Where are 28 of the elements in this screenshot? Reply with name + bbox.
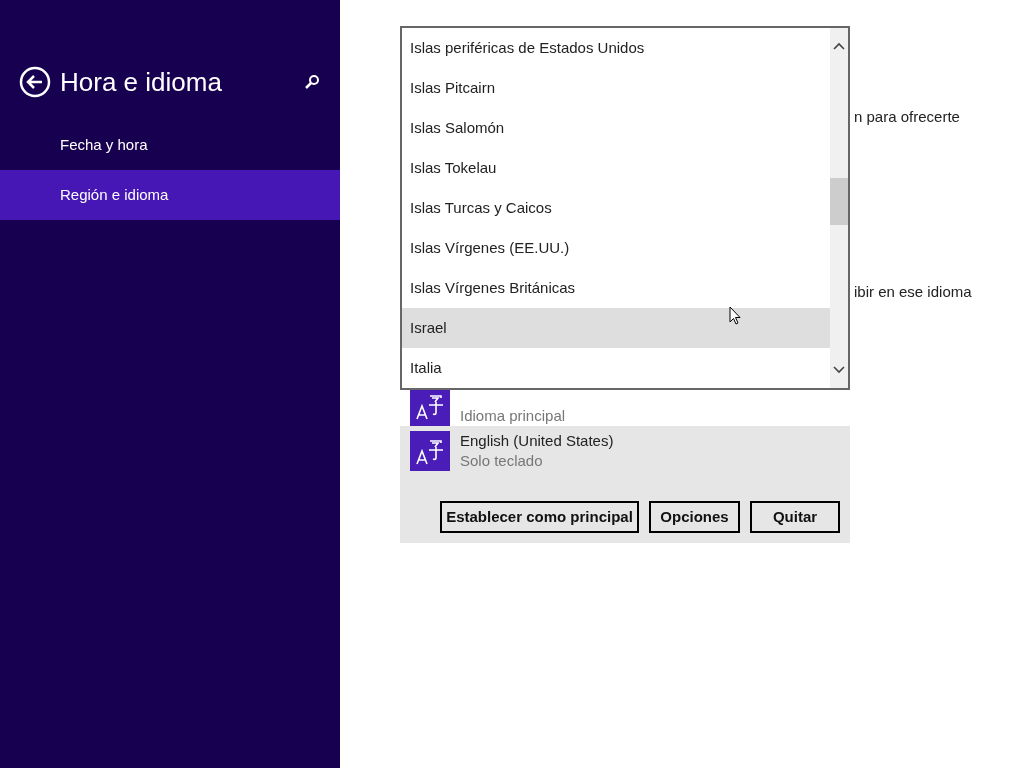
scrollbar-thumb[interactable] [830, 178, 848, 225]
scroll-up-icon[interactable] [833, 42, 845, 50]
country-option[interactable]: Islas Tokelau [402, 148, 830, 188]
description-text: n para ofrecerte [854, 107, 961, 126]
language-action-button[interactable]: Establecer como principal [440, 501, 639, 533]
country-option[interactable]: Islas Turcas y Caicos [402, 188, 830, 228]
language-name: English (United States) [460, 431, 614, 451]
back-icon[interactable] [19, 66, 51, 98]
country-option[interactable]: Islas Vírgenes Británicas [402, 268, 830, 308]
description-text: ibir en ese idioma [854, 282, 973, 301]
country-option[interactable]: Islas Salomón [402, 108, 830, 148]
scroll-down-icon[interactable] [833, 366, 845, 374]
language-status: Idioma principal [460, 406, 566, 426]
language-action-button[interactable]: Opciones [649, 501, 740, 533]
page-title: Hora e idioma [60, 65, 222, 99]
country-option[interactable]: Islas Pitcairn [402, 68, 830, 108]
language-status: Solo teclado [460, 451, 544, 471]
scrollbar[interactable] [830, 28, 848, 388]
nav-item[interactable]: Fecha y hora [0, 120, 340, 170]
country-option[interactable]: Israel [402, 308, 830, 348]
search-icon[interactable] [304, 74, 320, 90]
language-item[interactable]: English (United States) Solo teclado Establecer como principal Opciones Quitar [400, 426, 850, 543]
country-option[interactable]: Islas Vírgenes (EE.UU.) [402, 228, 830, 268]
language-action-button[interactable]: Quitar [750, 501, 840, 533]
language-icon [410, 431, 450, 471]
mouse-cursor-icon [729, 306, 741, 325]
country-option[interactable]: Islas periféricas de Estados Unidos [402, 28, 830, 68]
nav-item[interactable]: Región e idioma [0, 170, 340, 220]
